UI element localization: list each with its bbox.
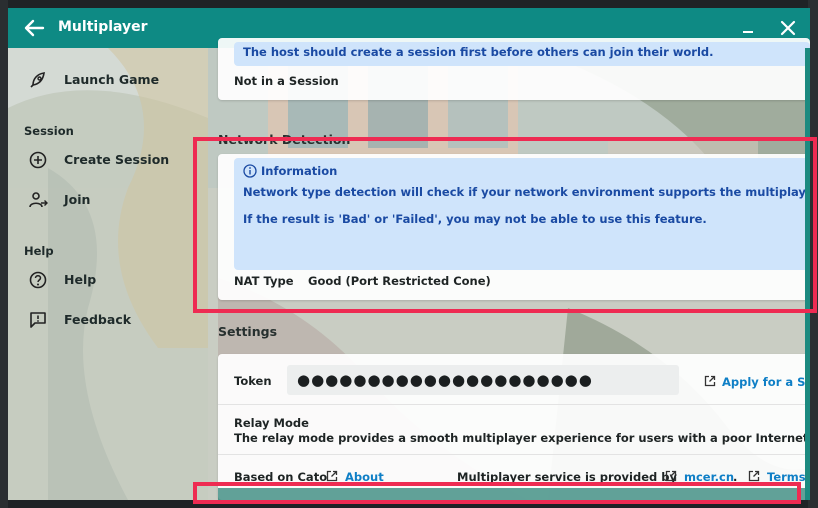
network-info-box: Information Network type detection will … (234, 158, 810, 270)
feedback-icon (30, 312, 46, 328)
session-status: Not in a Session (234, 74, 339, 88)
sidebar-section-session: Session (24, 124, 74, 138)
desktop-background-left (0, 0, 8, 508)
sidebar-item-label: Launch Game (64, 72, 160, 87)
based-on-text: Based on Cato (234, 470, 328, 484)
rocket-icon (30, 72, 45, 88)
terms-link[interactable]: Terms (767, 470, 806, 484)
network-detection-heading: Network Detection (218, 132, 351, 147)
relay-mode-description: The relay mode provides a smooth multipl… (234, 431, 810, 445)
nat-type-value: Good (Port Restricted Cone) (308, 274, 491, 288)
sidebar-item-label: Join (64, 192, 91, 207)
content-area: The host should create a session first b… (218, 38, 810, 500)
info-title: Information (261, 164, 338, 178)
sidebar-section-help: Help (24, 244, 54, 258)
footer-dot: . (733, 470, 738, 484)
token-label: Token (234, 374, 272, 388)
sidebar-item-help[interactable]: Help (8, 264, 208, 296)
sidebar-item-feedback[interactable]: Feedback (8, 304, 208, 336)
info-icon (243, 164, 257, 178)
external-link-icon (704, 375, 716, 387)
divider (218, 404, 810, 405)
sidebar: Launch Game Session Create Session Join … (8, 48, 208, 500)
minimize-icon[interactable] (738, 18, 758, 38)
token-input[interactable]: ●●●●●●●●●●●●●●●●●●●●● (287, 365, 679, 395)
question-circle-icon (29, 271, 47, 289)
session-hint-text: The host should create a session first b… (243, 45, 714, 59)
sidebar-item-join[interactable]: Join (8, 184, 208, 216)
network-card: Information Network type detection will … (218, 154, 810, 300)
settings-heading: Settings (218, 324, 278, 339)
external-link-icon (748, 470, 760, 482)
apply-static-token-link[interactable]: Apply for a Static Token (722, 375, 810, 389)
window-title: Multiplayer (58, 19, 148, 35)
session-card: The host should create a session first b… (218, 38, 810, 100)
info-line-1: Network type detection will check if you… (243, 185, 810, 199)
person-join-icon (29, 192, 48, 208)
info-line-2: If the result is 'Bad' or 'Failed', you … (243, 212, 707, 226)
sidebar-item-label: Feedback (64, 312, 132, 327)
sidebar-item-launch-game[interactable]: Launch Game (8, 64, 208, 96)
external-link-icon (665, 470, 677, 482)
bottom-scroll-bar[interactable] (218, 488, 810, 500)
close-icon[interactable] (778, 18, 798, 38)
mcer-link[interactable]: mcer.cn (684, 470, 734, 484)
divider (218, 454, 810, 455)
sidebar-item-label: Create Session (64, 152, 170, 167)
sidebar-item-label: Help (64, 272, 97, 287)
vertical-scrollbar[interactable] (805, 48, 810, 500)
nat-type-label: NAT Type (234, 274, 294, 288)
service-provider-text: Multiplayer service is provided by (457, 470, 677, 484)
settings-card: Token ●●●●●●●●●●●●●●●●●●●●● Apply for a … (218, 354, 810, 500)
sidebar-item-create-session[interactable]: Create Session (8, 144, 208, 176)
multiplayer-window: Multiplayer Launch Game Session Create S… (8, 8, 810, 500)
back-arrow-icon[interactable] (22, 17, 46, 39)
plus-circle-icon (29, 151, 47, 169)
session-hint-box: The host should create a session first b… (234, 42, 810, 66)
relay-mode-title: Relay Mode (234, 416, 309, 430)
external-link-icon (326, 470, 338, 482)
about-link[interactable]: About (345, 470, 384, 484)
